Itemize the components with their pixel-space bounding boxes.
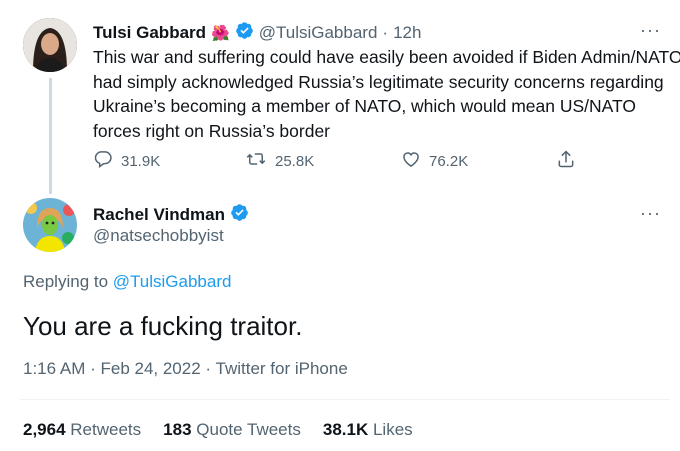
reply-count: 31.9K — [121, 152, 161, 170]
tweet-time[interactable]: 1:16 AM — [23, 359, 85, 378]
likes-stat[interactable]: 38.1K Likes — [323, 420, 413, 440]
retweets-count: 2,964 — [23, 420, 66, 439]
tweet-text-line: had simply acknowledged Russia’s legitim… — [93, 71, 664, 92]
thread-connector-line — [49, 78, 52, 194]
more-icon[interactable]: ··· — [640, 20, 661, 41]
tweet-text-line: forces right on Russia’s border — [93, 120, 331, 141]
rachel-handle[interactable]: @natsechobbyist — [93, 226, 224, 246]
tweet-stats: 2,964 Retweets 183 Quote Tweets 38.1K Li… — [23, 420, 413, 440]
like-icon — [401, 149, 421, 173]
tweet-text-line: Ukraine’s becoming a member of NATO, whi… — [93, 96, 637, 116]
retweet-count: 25.8K — [275, 152, 315, 170]
tulsi-handle[interactable]: @TulsiGabbard — [259, 23, 378, 43]
divider — [20, 399, 670, 400]
tulsi-display-name[interactable]: Tulsi Gabbard — [93, 23, 206, 43]
tweet-source[interactable]: Twitter for iPhone — [216, 359, 348, 378]
verified-badge-icon — [235, 21, 254, 45]
tweet-time[interactable]: 12h — [393, 23, 421, 43]
replying-handle-link[interactable]: @TulsiGabbard — [113, 272, 232, 291]
retweet-icon — [245, 149, 267, 173]
tweet-date[interactable]: Feb 24, 2022 — [100, 359, 200, 378]
hibiscus-emoji: 🌺 — [211, 25, 230, 42]
like-count: 76.2K — [429, 152, 469, 170]
share-icon — [556, 148, 576, 174]
likes-count: 38.1K — [322, 420, 369, 439]
more-icon[interactable]: ··· — [640, 203, 661, 224]
rachel-display-name[interactable]: Rachel Vindman — [93, 205, 225, 225]
dot-separator: · — [382, 23, 389, 42]
reply-button[interactable]: 31.9K — [93, 149, 160, 173]
rachel-avatar[interactable] — [23, 198, 77, 252]
tweet-meta: 1:16 AM · Feb 24, 2022 · Twitter for iPh… — [23, 359, 348, 379]
quote-tweets-stat[interactable]: 183 Quote Tweets — [163, 420, 301, 440]
like-button[interactable]: 76.2K — [401, 149, 468, 173]
reply-icon — [93, 149, 113, 173]
tweet-text-line: This war and suffering could have easily… — [93, 47, 680, 67]
replying-to: Replying to @TulsiGabbard — [23, 272, 231, 292]
quote-label: Quote Tweets — [196, 420, 301, 439]
meta-separator: · — [85, 359, 101, 378]
tulsi-avatar[interactable] — [23, 18, 77, 72]
quote-count: 183 — [163, 420, 192, 439]
retweet-button[interactable]: 25.8K — [245, 149, 314, 173]
share-button[interactable] — [556, 148, 576, 174]
likes-label: Likes — [372, 420, 413, 439]
retweets-label: Retweets — [70, 420, 142, 439]
verified-badge-icon — [230, 203, 249, 227]
retweets-stat[interactable]: 2,964 Retweets — [23, 420, 141, 440]
meta-separator: · — [200, 359, 216, 378]
main-tweet-text: You are a fucking traitor. — [23, 311, 303, 341]
tweet-text: This war and suffering could have easily… — [93, 45, 680, 143]
replying-prefix: Replying to — [23, 272, 113, 291]
